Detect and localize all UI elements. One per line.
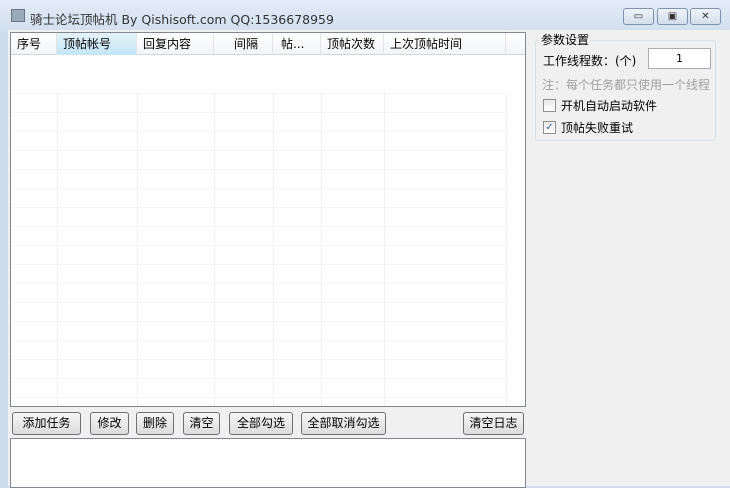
grid-line [506,93,507,406]
delete-button[interactable]: 删除 [136,412,174,435]
grid-line [11,245,505,246]
settings-group-title: 参数设置 [539,31,592,48]
col-reply[interactable]: 回复内容 [137,33,214,55]
close-button[interactable]: ✕ [690,8,721,25]
col-post[interactable]: 帖... [273,33,321,55]
title-bar: 骑士论坛顶帖机 By Qishisoft.com QQ:1536678959 ▭… [0,0,730,30]
grid-line [11,378,505,379]
threads-input[interactable]: 1 [648,48,711,69]
grid-line [11,131,505,132]
col-account[interactable]: 顶帖帐号 [57,33,137,55]
threads-note: 注：每个任务都只使用一个线程 [542,78,711,92]
grid-line [11,321,505,322]
log-box[interactable] [10,438,526,488]
grid-line [11,93,505,94]
grid-line [11,264,505,265]
col-count[interactable]: 顶帖次数 [321,33,384,55]
col-last-time[interactable]: 上次顶帖时间 [384,33,506,55]
retry-label[interactable]: 顶帖失败重试 [561,119,633,136]
grid-line [11,302,505,303]
maximize-button[interactable]: ▣ [657,8,688,25]
retry-checkbox[interactable]: ✓ [543,121,556,134]
grid-line [11,188,505,189]
table-header: 序号 顶帖帐号 回复内容 间隔 帖... 顶帖次数 上次顶帖时间 [11,33,525,55]
grid-line [11,169,505,170]
grid-line [11,112,505,113]
grid-line [11,359,505,360]
deselect-all-button[interactable]: 全部取消勾选 [301,412,386,435]
grid-line [11,226,505,227]
clear-button[interactable]: 清空 [183,412,220,435]
app-icon [11,9,25,22]
add-task-button[interactable]: 添加任务 [12,412,81,435]
threads-label: 工作线程数：(个) [543,54,637,68]
autostart-checkbox[interactable] [543,99,556,112]
col-interval[interactable]: 间隔 [214,33,273,55]
grid-line [11,207,505,208]
grid-line [11,150,505,151]
grid-line [11,283,505,284]
col-index[interactable]: 序号 [11,33,57,55]
edit-button[interactable]: 修改 [90,412,129,435]
grid-line [11,340,505,341]
select-all-button[interactable]: 全部勾选 [229,412,293,435]
minimize-button[interactable]: ▭ [623,8,654,25]
autostart-label[interactable]: 开机自动启动软件 [561,97,657,114]
clear-log-button[interactable]: 清空日志 [463,412,524,435]
window-title: 骑士论坛顶帖机 By Qishisoft.com QQ:1536678959 [30,12,334,27]
grid-line [11,397,505,398]
task-table[interactable]: 序号 顶帖帐号 回复内容 间隔 帖... 顶帖次数 上次顶帖时间 [10,32,526,407]
